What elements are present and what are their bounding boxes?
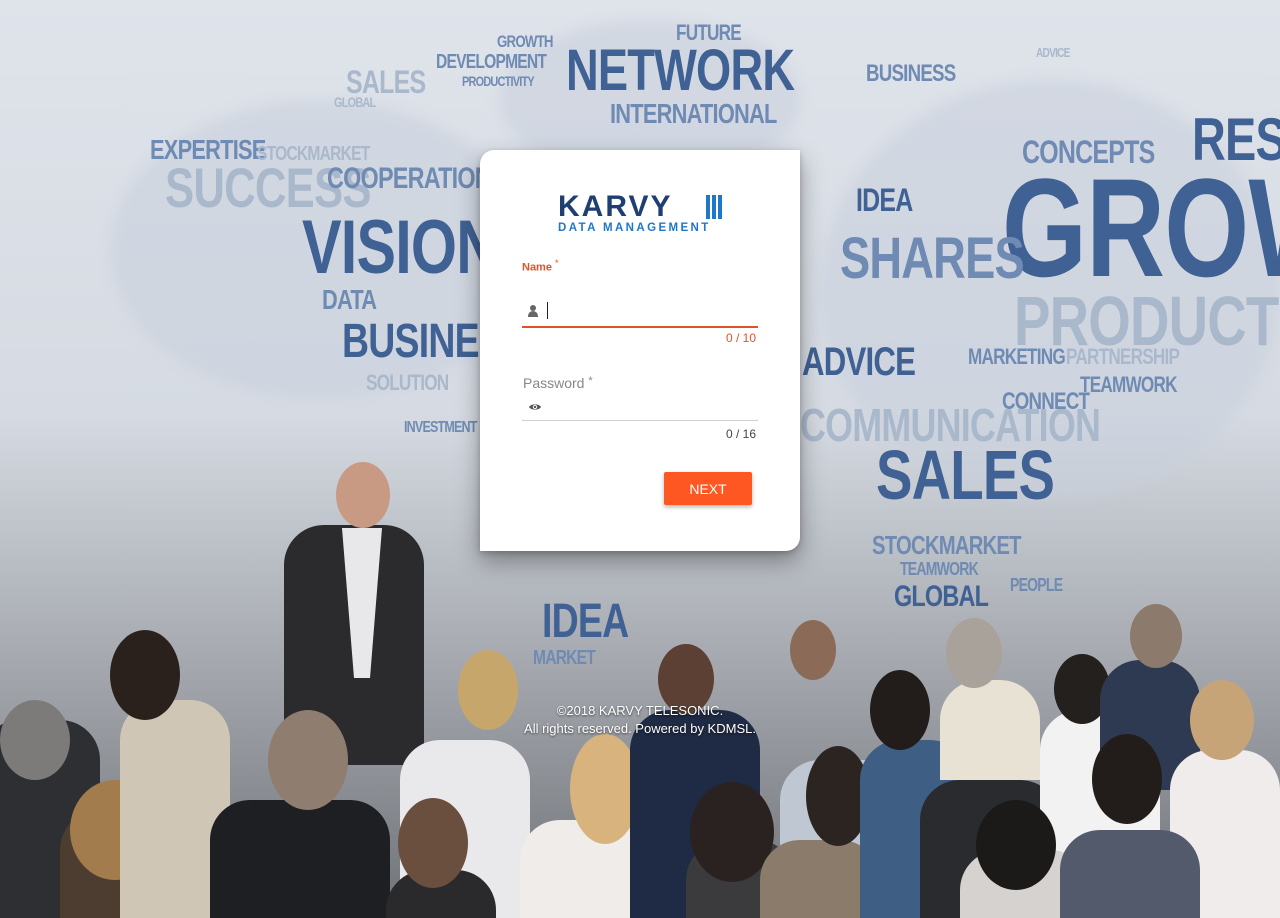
copyright-text: ©2018 KARVY TELESONIC. bbox=[556, 703, 724, 718]
password-char-counter: 0 / 16 bbox=[725, 427, 756, 441]
audience bbox=[0, 600, 1280, 918]
login-card: KARVY DATA MANAGEMENT Name * 0 / 10 Pass… bbox=[480, 150, 800, 551]
rights-text: All rights reserved. Powered by KDMSL. bbox=[524, 721, 756, 736]
next-button[interactable]: NEXT bbox=[664, 472, 752, 505]
bg-word: MARKETING bbox=[968, 344, 1066, 369]
bg-word: SHARES bbox=[840, 226, 1025, 291]
speaker-head bbox=[336, 462, 390, 528]
password-label-text: Password bbox=[523, 375, 585, 391]
bg-word: STOCKMARKET bbox=[872, 530, 1022, 560]
audience-member bbox=[940, 680, 1040, 780]
logo-bars-icon bbox=[706, 195, 724, 219]
audience-member bbox=[0, 700, 70, 780]
bg-word: FUTURE bbox=[676, 20, 742, 45]
audience-member bbox=[1060, 830, 1200, 918]
bg-word: SALES bbox=[876, 436, 1055, 514]
audience-member bbox=[1190, 680, 1254, 760]
audience-member bbox=[398, 798, 468, 888]
name-label-text: Name bbox=[522, 261, 552, 274]
bg-word: TEAMWORK bbox=[1080, 372, 1177, 397]
logo-wordmark: KARVY bbox=[558, 190, 673, 223]
bg-word: DATA bbox=[322, 284, 377, 315]
audience-member bbox=[976, 800, 1056, 890]
bg-word: CONNECT bbox=[1002, 388, 1090, 415]
name-label: Name * bbox=[522, 258, 559, 274]
bg-word: TEAMWORK bbox=[900, 559, 979, 579]
eye-icon[interactable] bbox=[528, 402, 542, 412]
name-field[interactable] bbox=[522, 296, 758, 328]
bg-word: IDEA bbox=[856, 182, 913, 218]
audience-member bbox=[790, 620, 836, 680]
audience-member bbox=[1092, 734, 1162, 824]
name-required-mark: * bbox=[555, 258, 559, 268]
name-char-counter: 0 / 10 bbox=[725, 331, 756, 345]
bg-word: BUSINESS bbox=[866, 60, 956, 87]
audience-member bbox=[268, 710, 348, 810]
password-field[interactable] bbox=[522, 396, 758, 422]
karvy-logo: KARVY DATA MANAGEMENT bbox=[558, 192, 728, 236]
footer: ©2018 KARVY TELESONIC. All rights reserv… bbox=[440, 702, 840, 738]
name-input[interactable] bbox=[548, 300, 748, 322]
password-label: Password * bbox=[523, 375, 593, 391]
bg-word: SOLUTION bbox=[366, 370, 449, 395]
user-icon bbox=[528, 305, 538, 317]
bg-word: NETWORK bbox=[566, 38, 795, 103]
audience-member bbox=[110, 630, 180, 720]
logo-subtitle: DATA MANAGEMENT bbox=[558, 222, 711, 234]
bg-word: INTERNATIONAL bbox=[610, 98, 777, 129]
bg-word: VISION bbox=[302, 205, 499, 290]
audience-member bbox=[946, 618, 1002, 688]
bg-word: DEVELOPMENT bbox=[436, 51, 547, 73]
audience-member bbox=[210, 800, 390, 918]
text-caret bbox=[547, 302, 548, 319]
bg-word: COOPERATION bbox=[327, 162, 492, 195]
bg-word: GROW bbox=[1002, 149, 1280, 306]
password-required-mark: * bbox=[588, 375, 593, 387]
bg-word: GLOBAL bbox=[334, 94, 376, 110]
bg-word: PEOPLE bbox=[1010, 575, 1063, 595]
audience-member bbox=[870, 670, 930, 750]
bg-word: INVESTMENT bbox=[404, 419, 477, 436]
bg-word: GROWTH bbox=[497, 32, 554, 51]
bg-word: ADVICE bbox=[802, 340, 916, 384]
password-input[interactable] bbox=[548, 400, 748, 422]
bg-word: PRODUCTIVITY bbox=[462, 73, 535, 89]
bg-word: PARTNERSHIP bbox=[1066, 344, 1180, 369]
audience-member bbox=[1130, 604, 1182, 668]
bg-word: ADVICE bbox=[1036, 45, 1070, 60]
